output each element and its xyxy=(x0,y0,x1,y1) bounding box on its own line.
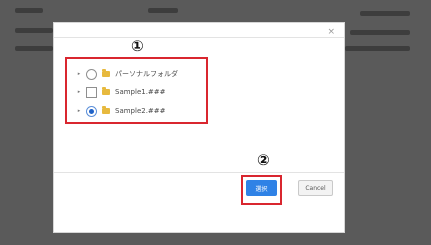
tree-item-sample2[interactable]: ▸ Sample2.### xyxy=(75,104,166,118)
folder-select-dialog: × ① ▸ パーソナルフォルダ ▸ Sample1.### ▸ Sample2.… xyxy=(53,22,345,233)
chevron-right-icon[interactable]: ▸ xyxy=(75,108,83,114)
callout-marker-1: ① xyxy=(131,37,144,55)
background-line xyxy=(345,46,410,51)
tree-item-personal-folder[interactable]: ▸ パーソナルフォルダ xyxy=(75,67,178,81)
background-line xyxy=(148,8,178,13)
cancel-button[interactable]: Cancel xyxy=(298,180,333,196)
background-line xyxy=(360,11,410,16)
folder-icon xyxy=(102,87,110,95)
callout-marker-2: ② xyxy=(257,151,270,169)
folder-icon xyxy=(102,106,110,114)
background-line xyxy=(350,30,410,35)
chevron-right-icon[interactable]: ▸ xyxy=(75,71,83,77)
close-icon[interactable]: × xyxy=(327,27,335,37)
header-divider xyxy=(54,37,344,38)
folder-icon xyxy=(102,69,110,77)
footer-divider xyxy=(54,172,344,173)
background-line xyxy=(15,8,43,13)
chevron-right-icon[interactable]: ▸ xyxy=(75,89,83,95)
background-line xyxy=(15,46,53,51)
radio-selected-dot xyxy=(89,108,94,114)
radio-button[interactable] xyxy=(86,68,97,80)
background-line xyxy=(15,28,53,33)
radio-button-selected[interactable] xyxy=(86,105,97,117)
tree-item-sample1[interactable]: ▸ Sample1.### xyxy=(75,85,166,99)
select-button[interactable]: 選択 xyxy=(246,180,277,196)
tree-item-label: パーソナルフォルダ xyxy=(115,70,178,78)
tree-item-label: Sample2.### xyxy=(115,107,166,115)
checkbox[interactable] xyxy=(86,86,97,98)
tree-item-label: Sample1.### xyxy=(115,88,166,96)
